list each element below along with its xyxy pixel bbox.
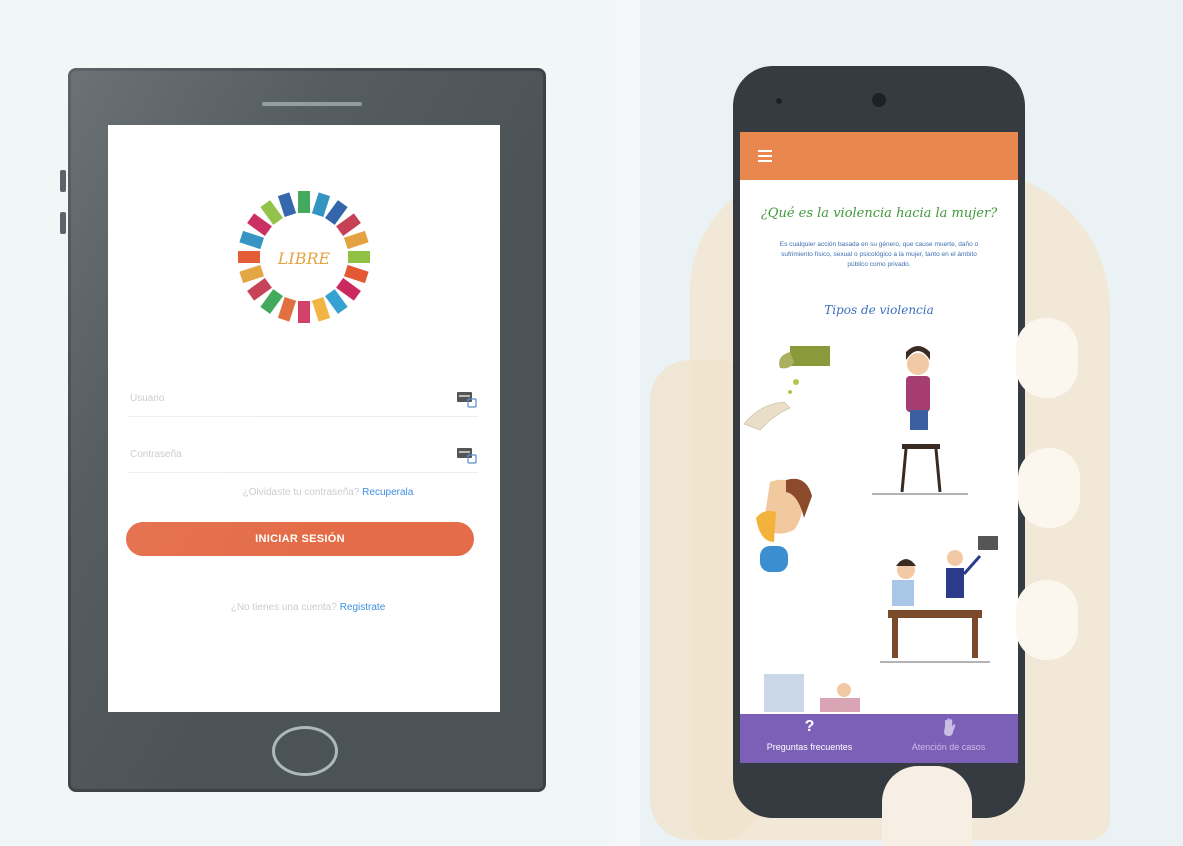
libre-logo: LIBRE (238, 191, 370, 323)
phone-sensor (776, 98, 782, 104)
question-icon: ? (804, 718, 815, 735)
finger-illustration (1016, 580, 1078, 660)
nav-case-attention[interactable]: Atención de casos (879, 714, 1018, 763)
register-prompt: ¿No tienes una cuenta? (230, 602, 337, 613)
register-row: ¿No tienes una cuenta? Registrate (178, 602, 438, 613)
violence-types-title: Tipos de violencia (824, 303, 934, 317)
physical-violence-icon (756, 478, 812, 572)
nav-case-attention-label: Atención de casos (911, 742, 986, 752)
bottom-navigation: ? Preguntas frecuentes Atención de casos (740, 714, 1018, 763)
login-button[interactable]: INICIAR SESIÓN (126, 522, 474, 556)
username-field[interactable]: Usuario (128, 387, 478, 417)
hamburger-menu-icon[interactable] (758, 150, 772, 162)
tablet-home-button (272, 726, 338, 776)
nav-faq-label: Preguntas frecuentes (766, 742, 853, 752)
password-placeholder: Contraseña (130, 449, 182, 460)
app-bar (740, 132, 1018, 180)
violence-types-illustration (743, 346, 998, 712)
info-screen: ¿Qué es la violencia hacia la mujer? Es … (740, 132, 1018, 763)
tablet-side-button (60, 170, 66, 192)
user-card-icon (457, 392, 477, 408)
nav-faq[interactable]: ? Preguntas frecuentes (740, 714, 879, 763)
tablet-side-button (60, 212, 66, 234)
violence-description: Es cualquier acción basada en su género,… (779, 241, 979, 268)
logo-text: LIBRE (277, 249, 331, 268)
sexual-violence-icon (880, 536, 998, 663)
login-screen: LIBRE Usuario Contraseña ¿Olvidaste tu c… (108, 125, 500, 712)
forgot-password-row: ¿Olvidaste tu contraseña? Recuperala (188, 487, 468, 498)
finger-illustration (1016, 318, 1078, 398)
finger-illustration (1018, 448, 1080, 528)
username-placeholder: Usuario (130, 393, 165, 404)
app-mockups-composite: LIBRE Usuario Contraseña ¿Olvidaste tu c… (0, 0, 1183, 846)
password-field[interactable]: Contraseña (128, 443, 478, 473)
thumb-illustration (882, 766, 972, 846)
violence-question-title: ¿Qué es la violencia hacia la mujer? (760, 206, 998, 221)
lock-card-icon (457, 448, 477, 464)
psychological-violence-icon (872, 346, 968, 495)
register-link[interactable]: Registrate (340, 602, 386, 613)
recover-password-link[interactable]: Recuperala (362, 487, 413, 498)
economic-violence-icon (743, 346, 830, 431)
hand-icon (879, 718, 1018, 738)
forgot-password-prompt: ¿Olvidaste tu contraseña? (242, 487, 360, 498)
phone-camera (872, 93, 886, 107)
tablet-speaker (262, 102, 362, 106)
